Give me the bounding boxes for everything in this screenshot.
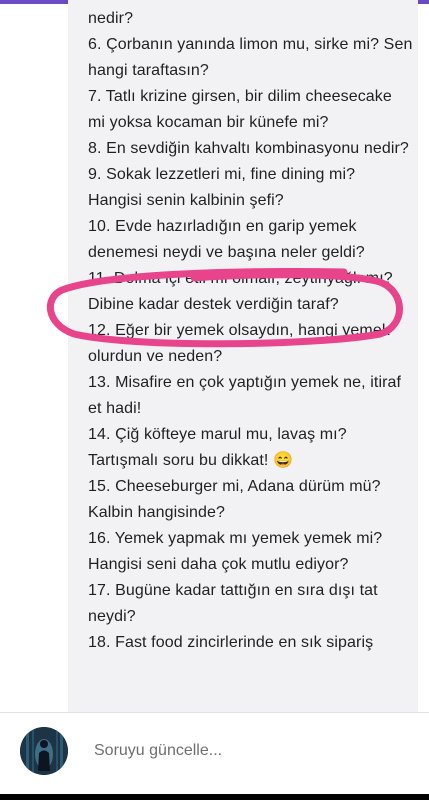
question-line-highlighted: Dibine kadar destek verdiğin taraf? bbox=[88, 296, 339, 313]
question-line: hangi taraftasın? bbox=[88, 62, 209, 79]
avatar[interactable] bbox=[20, 727, 68, 775]
question-line: Hangisi senin kalbinin şefi? bbox=[88, 192, 284, 209]
question-line: 9. Sokak lezzetleri mi, fine dining mi? bbox=[88, 166, 356, 183]
question-line-highlighted: 11. Dolma içi etli mi olmalı, zeytinyağl… bbox=[88, 270, 393, 287]
question-line: mi yoksa kocaman bir künefe mi? bbox=[88, 114, 329, 131]
question-list-panel[interactable]: nedir? 6. Çorbanın yanında limon mu, sir… bbox=[68, 0, 418, 712]
question-line: 10. Evde hazırladığın en garip yemek bbox=[88, 218, 357, 235]
question-line: 16. Yemek yapmak mı yemek yemek mi? bbox=[88, 530, 383, 547]
question-line: 12. Eğer bir yemek olsaydın, hangi yemek bbox=[88, 322, 390, 339]
question-line: Kalbin hangisinde? bbox=[88, 504, 226, 521]
question-line: denemesi neydi ve başına neler geldi? bbox=[88, 244, 365, 261]
update-question-input[interactable]: Soruyu güncelle... bbox=[94, 742, 222, 760]
question-line: 13. Misafire en çok yaptığın yemek ne, i… bbox=[88, 374, 402, 391]
question-line: et hadi! bbox=[88, 400, 142, 417]
question-line: Tartışmalı soru bu dikkat! 😄 bbox=[88, 452, 294, 469]
question-line: Hangisi seni daha çok mutlu ediyor? bbox=[88, 556, 349, 573]
composer-bar: Soruyu güncelle... bbox=[0, 712, 429, 795]
system-nav-bar bbox=[0, 794, 429, 800]
avatar-image-icon bbox=[20, 727, 68, 775]
question-list: nedir? 6. Çorbanın yanında limon mu, sir… bbox=[88, 6, 418, 656]
question-line: 17. Bugüne kadar tattığın en sıra dışı t… bbox=[88, 582, 378, 599]
question-line: neydi? bbox=[88, 608, 136, 625]
question-line: 15. Cheeseburger mi, Adana dürüm mü? bbox=[88, 478, 381, 495]
question-line: 14. Çiğ köfteye marul mu, lavaş mı? bbox=[88, 426, 347, 443]
question-line: 18. Fast food zincirlerinde en sık sipar… bbox=[88, 634, 374, 651]
question-line: olurdun ve neden? bbox=[88, 348, 223, 365]
question-line: 8. En sevdiğin kahvaltı kombinasyonu ned… bbox=[88, 140, 409, 157]
question-line: 7. Tatlı krizine girsen, bir dilim chees… bbox=[88, 88, 392, 105]
question-line: 6. Çorbanın yanında limon mu, sirke mi? … bbox=[88, 36, 413, 53]
question-line: nedir? bbox=[88, 10, 134, 27]
